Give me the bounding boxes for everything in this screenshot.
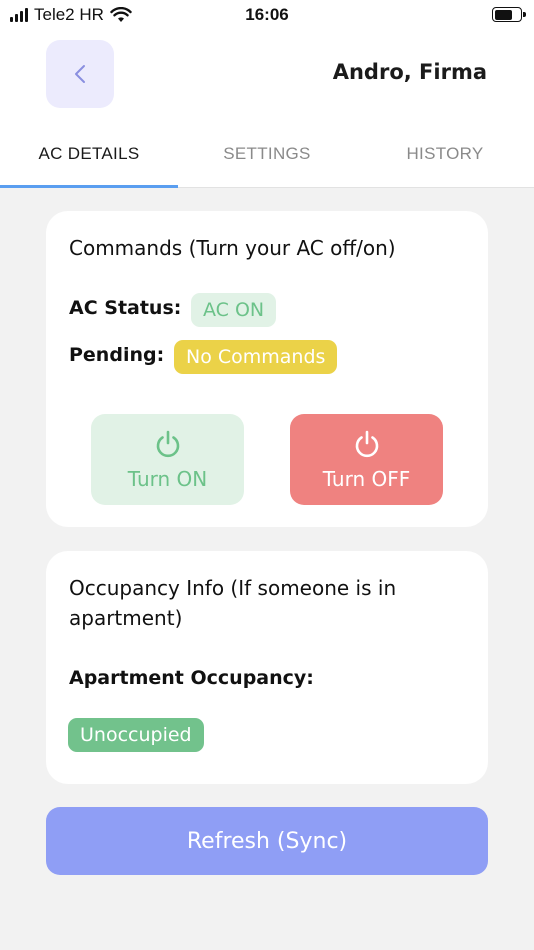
occupancy-card: Occupancy Info (If someone is in apartme… [46, 551, 488, 784]
occupancy-title-line1: Occupancy Info (If someone is in [69, 576, 397, 600]
turn-on-label: Turn ON [127, 466, 208, 491]
commands-title: Commands (Turn your AC off/on) [69, 236, 396, 260]
power-icon [355, 430, 378, 457]
chevron-left-icon [75, 65, 85, 83]
pending-label: Pending: [69, 344, 165, 366]
occupancy-title-line2: apartment) [69, 606, 183, 630]
tab-ac-details[interactable]: AC DETAILS [0, 132, 178, 188]
page-title: Andro, Firma [332, 60, 487, 84]
power-icon [156, 430, 179, 457]
tab-history[interactable]: HISTORY [356, 132, 534, 188]
apartment-occupancy-label: Apartment Occupancy: [69, 667, 314, 689]
turn-off-label: Turn OFF [322, 466, 411, 491]
tab-bar: AC DETAILS SETTINGS HISTORY [0, 132, 534, 188]
tab-settings[interactable]: SETTINGS [178, 132, 356, 188]
turn-on-button[interactable]: Turn ON [91, 414, 244, 505]
header: Andro, Firma AC DETAILS SETTINGS HISTORY [0, 32, 534, 188]
status-bar: Tele2 HR 16:06 [0, 0, 534, 32]
pending-badge: No Commands [174, 340, 338, 374]
refresh-sync-button[interactable]: Refresh (Sync) [46, 807, 488, 875]
status-time: 16:06 [245, 5, 289, 24]
active-tab-indicator [0, 185, 178, 188]
back-button[interactable] [46, 40, 114, 108]
turn-off-button[interactable]: Turn OFF [290, 414, 443, 505]
occupancy-badge: Unoccupied [68, 718, 204, 752]
commands-card: Commands (Turn your AC off/on) AC Status… [46, 211, 488, 527]
ac-status-badge: AC ON [191, 293, 277, 327]
battery-icon [492, 7, 522, 22]
battery-tip [523, 12, 526, 17]
ac-status-label: AC Status: [69, 297, 182, 319]
